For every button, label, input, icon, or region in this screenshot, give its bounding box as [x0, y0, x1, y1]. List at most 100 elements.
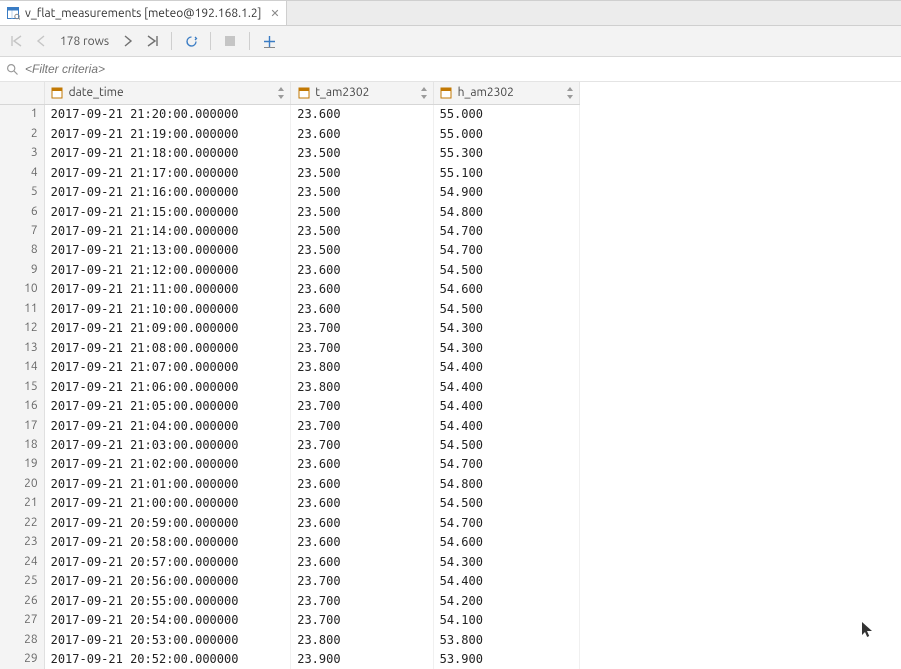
cell-t-am2302[interactable]: 23.500 — [291, 221, 433, 240]
last-page-button[interactable] — [143, 32, 161, 50]
cell-date-time[interactable]: 2017-09-21 20:57:00.000000 — [44, 552, 291, 571]
cell-date-time[interactable]: 2017-09-21 21:10:00.000000 — [44, 299, 291, 318]
row-number[interactable]: 28 — [0, 630, 44, 649]
row-number[interactable]: 19 — [0, 455, 44, 474]
cell-t-am2302[interactable]: 23.600 — [291, 260, 433, 279]
table-row[interactable]: 282017-09-21 20:53:00.00000023.80053.800 — [0, 630, 580, 649]
cell-t-am2302[interactable]: 23.600 — [291, 299, 433, 318]
cell-h-am2302[interactable]: 54.400 — [433, 377, 579, 396]
first-page-button[interactable] — [8, 32, 26, 50]
cell-h-am2302[interactable]: 55.300 — [433, 143, 579, 162]
row-number[interactable]: 8 — [0, 241, 44, 260]
row-number[interactable]: 12 — [0, 319, 44, 338]
cell-h-am2302[interactable]: 54.800 — [433, 202, 579, 221]
cell-t-am2302[interactable]: 23.600 — [291, 124, 433, 143]
cell-date-time[interactable]: 2017-09-21 21:18:00.000000 — [44, 143, 291, 162]
column-header-date-time[interactable]: date_time — [44, 82, 291, 104]
row-number[interactable]: 7 — [0, 221, 44, 240]
cell-h-am2302[interactable]: 55.000 — [433, 104, 579, 124]
cell-date-time[interactable]: 2017-09-21 20:56:00.000000 — [44, 571, 291, 590]
cell-t-am2302[interactable]: 23.800 — [291, 377, 433, 396]
prev-page-button[interactable] — [32, 32, 50, 50]
cell-t-am2302[interactable]: 23.700 — [291, 435, 433, 454]
table-row[interactable]: 272017-09-21 20:54:00.00000023.70054.100 — [0, 610, 580, 629]
table-row[interactable]: 72017-09-21 21:14:00.00000023.50054.700 — [0, 221, 580, 240]
cell-h-am2302[interactable]: 54.600 — [433, 280, 579, 299]
row-number[interactable]: 26 — [0, 591, 44, 610]
cell-h-am2302[interactable]: 54.800 — [433, 474, 579, 493]
row-number[interactable]: 23 — [0, 533, 44, 552]
table-row[interactable]: 92017-09-21 21:12:00.00000023.60054.500 — [0, 260, 580, 279]
cell-h-am2302[interactable]: 54.700 — [433, 455, 579, 474]
cell-h-am2302[interactable]: 54.500 — [433, 494, 579, 513]
tab-v-flat-measurements[interactable]: v_flat_measurements [meteo@192.168.1.2] … — [0, 1, 287, 25]
cell-h-am2302[interactable]: 54.400 — [433, 396, 579, 415]
cell-t-am2302[interactable]: 23.600 — [291, 474, 433, 493]
cell-t-am2302[interactable]: 23.700 — [291, 319, 433, 338]
row-number[interactable]: 10 — [0, 280, 44, 299]
cell-h-am2302[interactable]: 54.500 — [433, 435, 579, 454]
cell-t-am2302[interactable]: 23.500 — [291, 163, 433, 182]
cell-t-am2302[interactable]: 23.700 — [291, 610, 433, 629]
cell-date-time[interactable]: 2017-09-21 21:08:00.000000 — [44, 338, 291, 357]
rownum-header[interactable] — [0, 82, 44, 104]
cell-h-am2302[interactable]: 54.300 — [433, 338, 579, 357]
cell-date-time[interactable]: 2017-09-21 21:16:00.000000 — [44, 182, 291, 201]
cell-h-am2302[interactable]: 54.200 — [433, 591, 579, 610]
row-number[interactable]: 9 — [0, 260, 44, 279]
row-number[interactable]: 2 — [0, 124, 44, 143]
cell-h-am2302[interactable]: 54.600 — [433, 533, 579, 552]
cell-date-time[interactable]: 2017-09-21 20:58:00.000000 — [44, 533, 291, 552]
table-row[interactable]: 182017-09-21 21:03:00.00000023.70054.500 — [0, 435, 580, 454]
cell-t-am2302[interactable]: 23.600 — [291, 494, 433, 513]
cell-t-am2302[interactable]: 23.800 — [291, 630, 433, 649]
row-number[interactable]: 20 — [0, 474, 44, 493]
cell-date-time[interactable]: 2017-09-21 21:12:00.000000 — [44, 260, 291, 279]
add-row-button[interactable] — [260, 32, 278, 50]
cell-date-time[interactable]: 2017-09-21 21:07:00.000000 — [44, 357, 291, 376]
table-row[interactable]: 102017-09-21 21:11:00.00000023.60054.600 — [0, 280, 580, 299]
column-header-t-am2302[interactable]: t_am2302 — [291, 82, 433, 104]
next-page-button[interactable] — [119, 32, 137, 50]
table-row[interactable]: 122017-09-21 21:09:00.00000023.70054.300 — [0, 319, 580, 338]
cell-h-am2302[interactable]: 54.100 — [433, 610, 579, 629]
cell-h-am2302[interactable]: 53.900 — [433, 649, 579, 669]
cell-h-am2302[interactable]: 55.000 — [433, 124, 579, 143]
cell-h-am2302[interactable]: 54.300 — [433, 319, 579, 338]
cell-date-time[interactable]: 2017-09-21 21:14:00.000000 — [44, 221, 291, 240]
cell-date-time[interactable]: 2017-09-21 21:11:00.000000 — [44, 280, 291, 299]
cell-t-am2302[interactable]: 23.500 — [291, 202, 433, 221]
stop-button[interactable] — [221, 32, 239, 50]
cell-t-am2302[interactable]: 23.600 — [291, 513, 433, 532]
cell-t-am2302[interactable]: 23.800 — [291, 357, 433, 376]
sort-icon[interactable] — [566, 86, 576, 100]
close-icon[interactable]: ✕ — [270, 7, 279, 20]
sort-icon[interactable] — [277, 86, 287, 100]
table-row[interactable]: 202017-09-21 21:01:00.00000023.60054.800 — [0, 474, 580, 493]
row-number[interactable]: 6 — [0, 202, 44, 221]
cell-h-am2302[interactable]: 54.500 — [433, 299, 579, 318]
cell-date-time[interactable]: 2017-09-21 21:05:00.000000 — [44, 396, 291, 415]
table-row[interactable]: 252017-09-21 20:56:00.00000023.70054.400 — [0, 571, 580, 590]
cell-date-time[interactable]: 2017-09-21 21:02:00.000000 — [44, 455, 291, 474]
row-number[interactable]: 27 — [0, 610, 44, 629]
cell-date-time[interactable]: 2017-09-21 21:00:00.000000 — [44, 494, 291, 513]
cell-h-am2302[interactable]: 54.700 — [433, 513, 579, 532]
cell-h-am2302[interactable]: 54.400 — [433, 357, 579, 376]
row-number[interactable]: 17 — [0, 416, 44, 435]
cell-t-am2302[interactable]: 23.600 — [291, 552, 433, 571]
cell-t-am2302[interactable]: 23.700 — [291, 571, 433, 590]
cell-date-time[interactable]: 2017-09-21 20:54:00.000000 — [44, 610, 291, 629]
cell-date-time[interactable]: 2017-09-21 21:03:00.000000 — [44, 435, 291, 454]
row-number[interactable]: 25 — [0, 571, 44, 590]
cell-t-am2302[interactable]: 23.700 — [291, 396, 433, 415]
cell-date-time[interactable]: 2017-09-21 21:17:00.000000 — [44, 163, 291, 182]
cell-h-am2302[interactable]: 54.700 — [433, 221, 579, 240]
sort-icon[interactable] — [420, 86, 430, 100]
table-row[interactable]: 192017-09-21 21:02:00.00000023.60054.700 — [0, 455, 580, 474]
table-row[interactable]: 22017-09-21 21:19:00.00000023.60055.000 — [0, 124, 580, 143]
cell-h-am2302[interactable]: 53.800 — [433, 630, 579, 649]
table-row[interactable]: 82017-09-21 21:13:00.00000023.50054.700 — [0, 241, 580, 260]
cell-h-am2302[interactable]: 55.100 — [433, 163, 579, 182]
cell-t-am2302[interactable]: 23.700 — [291, 338, 433, 357]
